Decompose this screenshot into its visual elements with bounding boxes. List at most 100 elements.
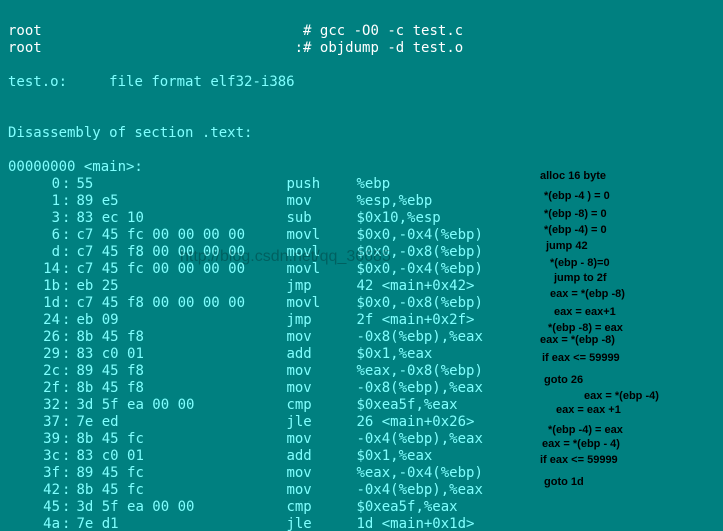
command-1: gcc -O0 -c test.c [320,23,463,39]
annotation: *(ebp -4) = 0 [544,224,607,236]
operands: -0x8(%ebp),%eax [356,329,482,345]
addr: 3c [8,448,62,465]
addr: 0 [8,176,62,193]
terminal-output[interactable]: root # gcc -O0 -c test.c root :# objdump… [0,0,723,531]
annotation: *(ebp -8) = 0 [544,208,607,220]
mnemonic: movl [286,261,356,278]
disasm-row: 3:83 ec 10sub$0x10,%esp [8,210,715,227]
mnemonic: add [286,448,356,465]
operands: $0x1,%eax [356,448,432,464]
bytes: 83 c0 01 [70,448,286,465]
mnemonic: mov [286,482,356,499]
disasm-row: 6:c7 45 fc 00 00 00 00movl$0x0,-0x4(%ebp… [8,227,715,244]
mnemonic: jle [286,516,356,531]
addr: 37 [8,414,62,431]
annotation: eax = *(ebp -8) [550,288,625,300]
operands: %esp,%ebp [356,193,432,209]
operands: %eax,-0x4(%ebp) [356,465,482,481]
disasm-row: 42:8b 45 fcmov-0x4(%ebp),%eax [8,482,715,499]
addr: 14 [8,261,62,278]
operands: %eax,-0x8(%ebp) [356,363,482,379]
annotation: *(ebp -4) = eax [548,424,623,436]
bytes: c7 45 fc 00 00 00 00 [70,227,286,244]
bytes: 8b 45 f8 [70,329,286,346]
mnemonic: movl [286,227,356,244]
addr: 3f [8,465,62,482]
mnemonic: mov [286,380,356,397]
section-header: Disassembly of section .text: [8,125,252,141]
bytes: 8b 45 fc [70,482,286,499]
operands: $0x10,%esp [356,210,440,226]
annotation: if eax <= 59999 [540,454,618,466]
operands: 42 <main+0x42> [356,278,474,294]
file-header: test.o: file format elf32-i386 [8,74,295,90]
bytes: 55 [70,176,286,193]
annotation: eax = *(ebp -8) [540,334,615,346]
prompt-line-2: root :# objdump -d test.o [8,40,463,56]
addr: 24 [8,312,62,329]
operands: $0x0,-0x4(%ebp) [356,227,482,243]
addr: 6 [8,227,62,244]
addr: 32 [8,397,62,414]
bytes: 8b 45 fc [70,431,286,448]
operands: $0xea5f,%eax [356,499,457,515]
bytes: 89 e5 [70,193,286,210]
mnemonic: jmp [286,278,356,295]
mnemonic: mov [286,431,356,448]
disasm-row: 45:3d 5f ea 00 00cmp$0xea5f,%eax [8,499,715,516]
annotation: eax = eax +1 [556,404,621,416]
bytes: c7 45 fc 00 00 00 00 [70,261,286,278]
operands: 2f <main+0x2f> [356,312,474,328]
mnemonic: jle [286,414,356,431]
operands: $0x0,-0x8(%ebp) [356,244,482,260]
bytes: c7 45 f8 00 00 00 00 [70,295,286,312]
mnemonic: cmp [286,397,356,414]
bytes: 3d 5f ea 00 00 [70,499,286,516]
bytes: c7 45 f8 00 00 00 00 [70,244,286,261]
operands: 26 <main+0x26> [356,414,474,430]
annotation: eax = *(ebp -4) [584,390,659,402]
operands: -0x4(%ebp),%eax [356,431,482,447]
operands: 1d <main+0x1d> [356,516,474,531]
annotation: jump to 2f [554,272,607,284]
annotation: jump 42 [546,240,588,252]
operands: $0x0,-0x8(%ebp) [356,295,482,311]
bytes: 89 45 fc [70,465,286,482]
bytes: 89 45 f8 [70,363,286,380]
addr: 42 [8,482,62,499]
mnemonic: movl [286,295,356,312]
bytes: 3d 5f ea 00 00 [70,397,286,414]
bytes: 8b 45 f8 [70,380,286,397]
bytes: 7e d1 [70,516,286,531]
operands: $0x1,%eax [356,346,432,362]
annotation: goto 26 [544,374,583,386]
addr: 1 [8,193,62,210]
addr: 2f [8,380,62,397]
addr: 45 [8,499,62,516]
mnemonic: mov [286,193,356,210]
addr: 4a [8,516,62,531]
bytes: 83 ec 10 [70,210,286,227]
mnemonic: add [286,346,356,363]
addr: d [8,244,62,261]
addr: 3 [8,210,62,227]
operands: -0x4(%ebp),%eax [356,482,482,498]
command-2: objdump -d test.o [320,40,463,56]
bytes: eb 09 [70,312,286,329]
addr: 1b [8,278,62,295]
operands: $0xea5f,%eax [356,397,457,413]
annotation: if eax <= 59999 [542,352,620,364]
operands: %ebp [356,176,390,192]
operands: -0x8(%ebp),%eax [356,380,482,396]
addr: 39 [8,431,62,448]
mnemonic: mov [286,465,356,482]
addr: 1d [8,295,62,312]
mnemonic: mov [286,329,356,346]
annotation: alloc 16 byte [540,170,606,182]
annotation: goto 1d [544,476,584,488]
bytes: 7e ed [70,414,286,431]
mnemonic: cmp [286,499,356,516]
addr: 26 [8,329,62,346]
mnemonic: mov [286,363,356,380]
mnemonic: movl [286,244,356,261]
